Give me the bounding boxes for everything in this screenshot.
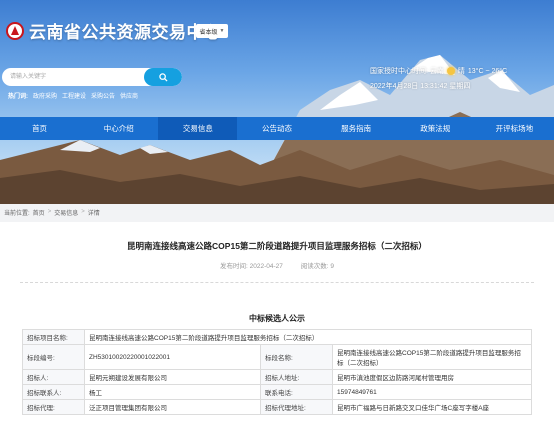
nav-item-home[interactable]: 首页: [0, 117, 79, 140]
table-row: 标段编号: ZH53010020220001022001 标段名称: 昆明南连接…: [22, 344, 532, 370]
nav-item-policy[interactable]: 政策法规: [396, 117, 475, 140]
publish-date: 发布时间: 2022-04-27: [220, 263, 283, 270]
article-card: 昆明南连接线高速公路COP15第二阶段道路提升项目监理服务招标（二次招标） 发布…: [0, 222, 554, 430]
breadcrumb-separator: >: [81, 209, 85, 215]
header-banner: 云南省公共资源交易中心 省本级 ▼ 热门词: 政府采购 工程建设 采购公告 供应…: [0, 0, 554, 204]
main-nav: 首页 中心介绍 交易信息 公告动态 服务指南 政策法规 开评标场地: [0, 117, 554, 140]
table-cell-label: 联系电话:: [260, 384, 333, 400]
table-cell-value: 泛正项目管理集团有限公司: [84, 399, 261, 415]
breadcrumb: 当前位置: 首页 > 交易信息 > 详情: [0, 204, 554, 220]
breadcrumb-link-trade-info[interactable]: 交易信息: [54, 208, 78, 217]
table-cell-label: 招标代理地址:: [260, 399, 333, 415]
region-select[interactable]: 省本级 ▼: [196, 24, 228, 38]
candidate-info-table: 招标项目名称: 昆明南连接线高速公路COP15第二阶段道路提升项目监理服务招标（…: [22, 329, 532, 415]
region-select-value: 省本级: [199, 29, 218, 36]
table-row: 招标代理: 泛正项目管理集团有限公司 招标代理地址: 昆明市广福路与日新路交叉口…: [22, 399, 532, 415]
breadcrumb-separator: >: [47, 209, 52, 215]
table-cell-value: 昆明市广福路与日新路交叉口佳华广场C座写字楼A座: [332, 399, 532, 415]
sun-icon: [446, 67, 455, 75]
table-cell-label: 招标人地址:: [260, 369, 333, 385]
divider: [20, 282, 534, 283]
table-cell-value: 昆明南连接线高速公路COP15第二阶段道路提升项目监理服务招标（二次招标）: [332, 344, 532, 370]
table-cell-label: 招标项目名称:: [22, 329, 85, 345]
hotword-link[interactable]: 政府采购: [33, 91, 57, 100]
breadcrumb-link-home[interactable]: 首页: [33, 208, 45, 217]
chevron-down-icon: ▼: [219, 28, 225, 34]
table-cell-value: 15974849761: [332, 384, 532, 400]
weather-widget: 国家授时中心时间: 云南 晴 13°C ~ 26°C 2022年4月28日 13…: [370, 66, 507, 91]
table-cell-value: 昆明市滇池度假区边防路河尾村管理用房: [332, 369, 532, 385]
site-logo[interactable]: 云南省公共资源交易中心: [6, 18, 222, 43]
table-row: 招标项目名称: 昆明南连接线高速公路COP15第二阶段道路提升项目监理服务招标（…: [22, 329, 532, 345]
hotword-link[interactable]: 采购公告: [91, 91, 115, 100]
table-cell-value: 昆明南连接线高速公路COP15第二阶段道路提升项目监理服务招标（二次招标）: [84, 329, 532, 345]
nav-item-guide[interactable]: 服务指南: [317, 117, 396, 140]
weather-condition: 晴: [457, 68, 465, 75]
table-cell-value: 昆明元朔建设发展有限公司: [84, 369, 261, 385]
table-cell-label: 标段编号:: [22, 344, 85, 370]
search-icon: [158, 72, 168, 82]
hotword-link[interactable]: 供应商: [120, 91, 138, 100]
time-source-label: 国家授时中心时间: 云南: [370, 68, 444, 75]
weather-temp: 13°C ~ 26°C: [467, 67, 508, 75]
search-input[interactable]: [2, 68, 144, 86]
table-row: 招标人: 昆明元朔建设发展有限公司 招标人地址: 昆明市滇池度假区边防路河尾村管…: [22, 369, 532, 385]
nav-item-news[interactable]: 公告动态: [237, 117, 316, 140]
search-box: [2, 68, 182, 86]
breadcrumb-prefix: 当前位置:: [4, 210, 30, 217]
nav-item-trade-info[interactable]: 交易信息: [158, 117, 238, 140]
article-title: 昆明南连接线高速公路COP15第二阶段道路提升项目监理服务招标（二次招标）: [127, 241, 427, 251]
section-title: 中标候选人公示: [249, 314, 305, 323]
yunnan-logo-icon: [6, 21, 24, 40]
hotwords-label: 热门词:: [8, 94, 28, 100]
table-row: 招标联系人: 杨工 联系电话: 15974849761: [22, 384, 532, 400]
nav-item-venue[interactable]: 开评标场地: [475, 117, 554, 140]
hot-words: 热门词: 政府采购 工程建设 采购公告 供应商: [8, 91, 138, 100]
current-datetime: 2022年4月28日 13:31:42 星期四: [370, 83, 471, 90]
table-cell-label: 招标人:: [22, 369, 85, 385]
nav-item-about[interactable]: 中心介绍: [79, 117, 158, 140]
search-button[interactable]: [144, 68, 182, 86]
table-cell-label: 招标代理:: [22, 399, 85, 415]
breadcrumb-current: 详情: [87, 210, 100, 217]
table-cell-value: ZH53010020220001022001: [84, 344, 261, 370]
site-title: 云南省公共资源交易中心: [29, 23, 222, 42]
table-cell-label: 标段名称:: [260, 344, 333, 370]
article-meta: 发布时间: 2022-04-27 阅读次数: 9: [0, 260, 554, 270]
view-count: 阅读次数: 9: [300, 263, 334, 270]
table-cell-label: 招标联系人:: [22, 384, 85, 400]
table-cell-value: 杨工: [84, 384, 261, 400]
hotword-link[interactable]: 工程建设: [62, 91, 86, 100]
